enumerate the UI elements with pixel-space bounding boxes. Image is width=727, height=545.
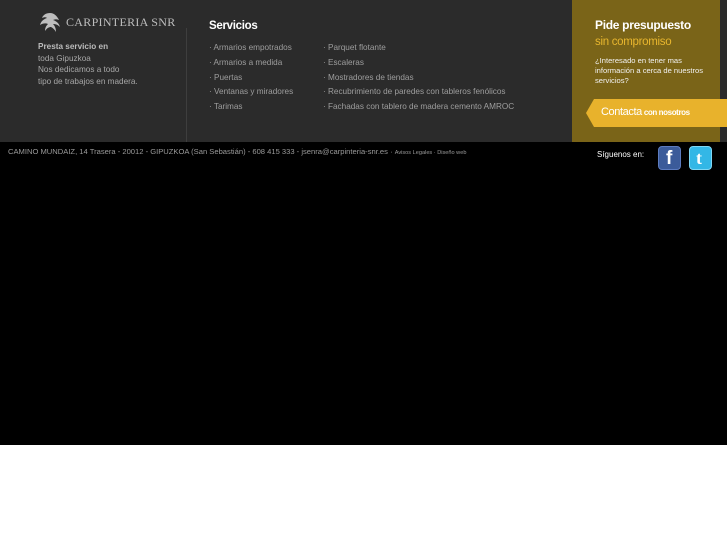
service-link[interactable]: · Puertas [209, 71, 293, 86]
twitter-glyph: t [696, 148, 702, 168]
about-line: Nos dedicamos a todo [38, 65, 120, 74]
column-divider [186, 28, 187, 142]
main-content-area [0, 142, 727, 445]
promo-title: Pide presupuesto [595, 18, 691, 32]
service-link[interactable]: · Parquet flotante [323, 41, 514, 56]
contact-button-label: Contacta con nosotros [601, 106, 690, 118]
logo-leaf-icon [40, 13, 60, 32]
promo-subtitle: sin compromiso [595, 36, 672, 48]
service-link[interactable]: · Fachadas con tablero de madera cemento… [323, 100, 514, 115]
about-line: Presta servicio en [38, 42, 109, 51]
about-line: tipo de trabajos en madera. [38, 76, 138, 86]
about-line: toda Gipuzkoa [38, 53, 91, 63]
service-link[interactable]: · Armarios a medida [209, 56, 293, 71]
facebook-glyph: f [666, 148, 673, 169]
service-link[interactable]: · Mostradores de tiendas [323, 71, 514, 86]
service-link[interactable]: · Ventanas y miradores [209, 85, 293, 100]
services-list-2: · Parquet flotante · Escaleras · Mostrad… [323, 41, 514, 115]
follow-label: Síguenos en: [597, 150, 645, 159]
contact-label-main: Contacta [601, 106, 642, 118]
address-text: CAMINO MUNDAIZ, 14 Trasera - 20012 - GIP… [8, 147, 395, 156]
brand-logo[interactable]: CARPINTERIA SNR [38, 10, 176, 34]
facebook-icon[interactable]: f [658, 146, 681, 170]
service-link[interactable]: · Recubrimiento de paredes con tableros … [323, 85, 514, 100]
brand-name: CARPINTERIA SNR [66, 14, 176, 29]
services-list-1: · Armarios empotrados · Armarios a medid… [209, 41, 293, 115]
legal-link[interactable]: Avisos Legales [395, 150, 433, 156]
service-link[interactable]: · Tarimas [209, 100, 293, 115]
contact-button[interactable]: Contacta con nosotros [586, 99, 727, 127]
service-link[interactable]: · Armarios empotrados [209, 41, 293, 56]
contact-label-sub: con nosotros [643, 108, 690, 117]
site-footer: CARPINTERIA SNR Presta servicio en toda … [0, 0, 727, 142]
about-text: Presta servicio en toda Gipuzkoa Nos ded… [38, 41, 138, 87]
web-design-link[interactable]: Diseño web [437, 150, 466, 156]
services-title: Servicios [209, 20, 258, 32]
twitter-icon[interactable]: t [689, 146, 712, 170]
service-link[interactable]: · Escaleras [323, 56, 514, 71]
address-bar: CAMINO MUNDAIZ, 14 Trasera - 20012 - GIP… [8, 147, 466, 156]
promo-text: ¿Interesado en tener mas información a c… [595, 56, 704, 85]
